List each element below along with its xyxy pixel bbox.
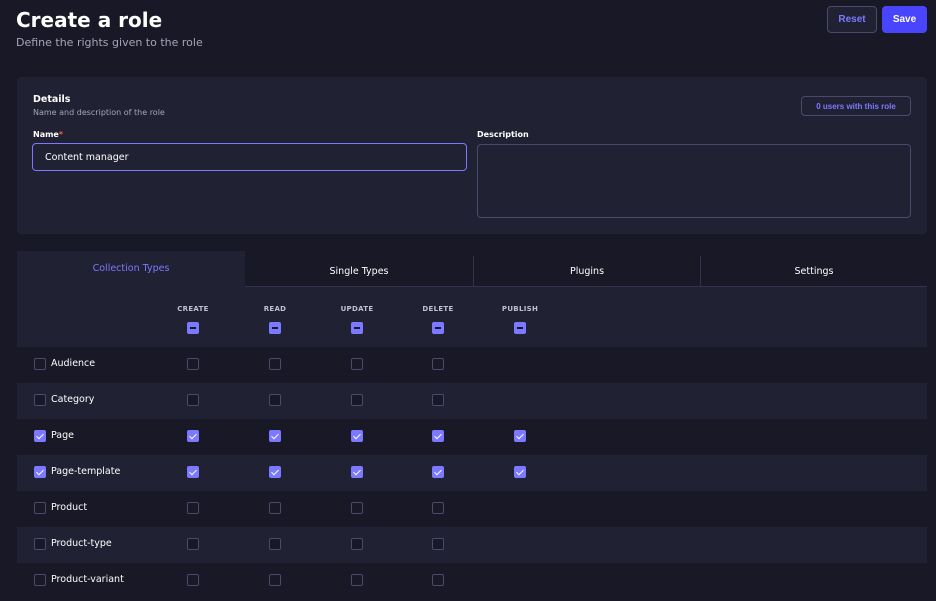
publish-permission-checkbox[interactable] — [514, 466, 526, 478]
column-header-read: READ — [263, 305, 287, 313]
publish-permission-checkbox[interactable] — [514, 430, 526, 442]
row-select-checkbox[interactable] — [34, 466, 46, 478]
read-permission-checkbox[interactable] — [269, 502, 281, 514]
content-type-label: Product-type — [51, 538, 112, 549]
create-permission-checkbox[interactable] — [187, 394, 199, 406]
row-select-checkbox[interactable] — [34, 430, 46, 442]
table-row: Category — [17, 383, 927, 419]
table-row: Audience — [17, 347, 927, 383]
name-label-text: Name — [33, 130, 59, 139]
reset-button[interactable]: Reset — [827, 6, 877, 33]
read-permission-checkbox[interactable] — [269, 574, 281, 586]
details-title: Details — [33, 94, 71, 105]
delete-permission-checkbox[interactable] — [432, 502, 444, 514]
create-permission-checkbox[interactable] — [187, 574, 199, 586]
column-header-publish: PUBLISH — [501, 305, 539, 313]
column-header-create: CREATE — [177, 305, 209, 313]
select-all-update-checkbox[interactable] — [351, 322, 363, 334]
select-all-delete-checkbox[interactable] — [432, 322, 444, 334]
column-header-update: UPDATE — [340, 305, 374, 313]
tab-collection-types[interactable]: Collection Types — [17, 251, 245, 287]
table-row: Page-template — [17, 455, 927, 491]
content-type-label: Page-template — [51, 466, 121, 477]
page-title: Create a role — [16, 8, 163, 32]
content-type-label: Category — [51, 394, 95, 405]
update-permission-checkbox[interactable] — [351, 502, 363, 514]
read-permission-checkbox[interactable] — [269, 466, 281, 478]
table-row: Product-type — [17, 527, 927, 563]
permission-tabs: Collection Types Single Types Plugins Se… — [17, 251, 927, 287]
read-permission-checkbox[interactable] — [269, 394, 281, 406]
tab-single-types[interactable]: Single Types — [245, 256, 473, 287]
select-all-read-checkbox[interactable] — [269, 322, 281, 334]
content-type-label: Product-variant — [51, 574, 124, 585]
update-permission-checkbox[interactable] — [351, 430, 363, 442]
update-permission-checkbox[interactable] — [351, 574, 363, 586]
row-select-checkbox[interactable] — [34, 502, 46, 514]
details-subtitle: Name and description of the role — [33, 108, 165, 117]
read-permission-checkbox[interactable] — [269, 538, 281, 550]
delete-permission-checkbox[interactable] — [432, 466, 444, 478]
description-label: Description — [477, 130, 529, 139]
delete-permission-checkbox[interactable] — [432, 430, 444, 442]
name-label: Name* — [33, 130, 63, 139]
table-row: Product — [17, 491, 927, 527]
delete-permission-checkbox[interactable] — [432, 394, 444, 406]
row-select-checkbox[interactable] — [34, 358, 46, 370]
select-all-create-checkbox[interactable] — [187, 322, 199, 334]
update-permission-checkbox[interactable] — [351, 394, 363, 406]
description-input[interactable] — [477, 144, 911, 218]
required-mark: * — [58, 130, 64, 139]
create-permission-checkbox[interactable] — [187, 538, 199, 550]
update-permission-checkbox[interactable] — [351, 358, 363, 370]
create-permission-checkbox[interactable] — [187, 502, 199, 514]
tab-settings[interactable]: Settings — [700, 256, 927, 287]
create-permission-checkbox[interactable] — [187, 358, 199, 370]
delete-permission-checkbox[interactable] — [432, 538, 444, 550]
delete-permission-checkbox[interactable] — [432, 574, 444, 586]
tab-plugins[interactable]: Plugins — [473, 256, 700, 287]
delete-permission-checkbox[interactable] — [432, 358, 444, 370]
content-type-label: Audience — [51, 358, 96, 369]
select-all-publish-checkbox[interactable] — [514, 322, 526, 334]
save-button[interactable]: Save — [882, 6, 927, 33]
content-type-label: Page — [51, 430, 74, 441]
details-panel: Details Name and description of the role… — [17, 77, 927, 234]
users-with-role-button[interactable]: 0 users with this role — [801, 96, 911, 116]
row-select-checkbox[interactable] — [34, 574, 46, 586]
create-permission-checkbox[interactable] — [187, 466, 199, 478]
update-permission-checkbox[interactable] — [351, 538, 363, 550]
read-permission-checkbox[interactable] — [269, 358, 281, 370]
row-select-checkbox[interactable] — [34, 538, 46, 550]
read-permission-checkbox[interactable] — [269, 430, 281, 442]
row-select-checkbox[interactable] — [34, 394, 46, 406]
table-row: Page — [17, 419, 927, 455]
column-header-delete: DELETE — [422, 305, 454, 313]
content-type-label: Product — [51, 502, 88, 513]
permissions-header: CREATE READ UPDATE DELETE PUBLISH — [17, 287, 927, 347]
permission-rows: Audience Category Page Page-template Product… — [17, 347, 927, 599]
name-input[interactable] — [32, 143, 467, 171]
update-permission-checkbox[interactable] — [351, 466, 363, 478]
page-subtitle: Define the rights given to the role — [16, 36, 203, 49]
create-permission-checkbox[interactable] — [187, 430, 199, 442]
table-row: Product-variant — [17, 563, 927, 599]
